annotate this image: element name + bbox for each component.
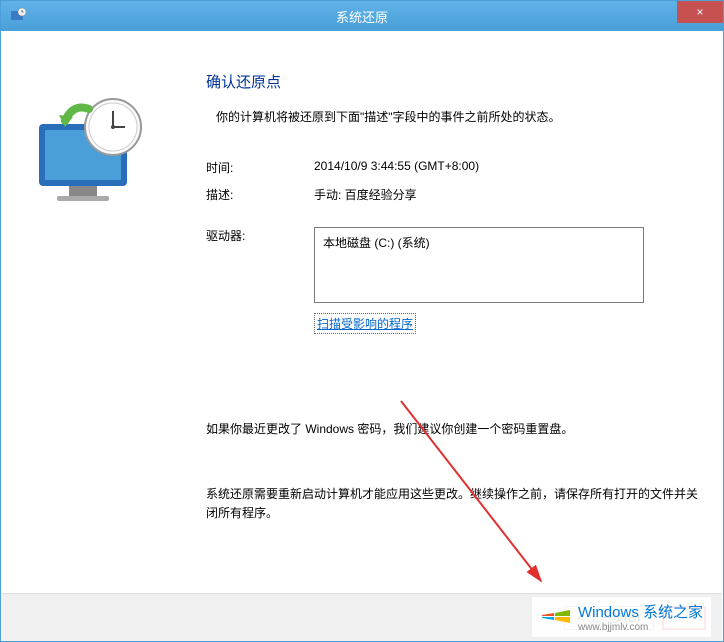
watermark-brand: Windows 系统之家 [578, 601, 703, 622]
watermark: Windows 系统之家 www.bjjmlv.com [532, 597, 711, 637]
left-column [11, 49, 206, 593]
watermark-url: www.bjjmlv.com [578, 622, 703, 633]
system-restore-window: 系统还原 × [0, 0, 724, 642]
page-heading: 确认还原点 [206, 71, 699, 92]
desc-label: 描述: [206, 186, 314, 203]
watermark-text: Windows 系统之家 www.bjjmlv.com [578, 601, 703, 633]
system-restore-icon [9, 7, 27, 25]
desc-value: 手动: 百度经验分享 [314, 186, 417, 203]
restore-point-illustration-icon [21, 79, 161, 219]
time-row: 时间: 2014/10/9 3:44:55 (GMT+8:00) [206, 159, 699, 176]
password-note: 如果你最近更改了 Windows 密码，我们建议你创建一个密码重置盘。 [206, 420, 699, 439]
titlebar: 系统还原 × [1, 1, 723, 31]
time-label: 时间: [206, 159, 314, 176]
drive-item: 本地磁盘 (C:) (系统) [323, 236, 430, 250]
restart-note: 系统还原需要重新启动计算机才能应用这些更改。继续操作之前，请保存所有打开的文件并… [206, 485, 699, 523]
drive-listbox[interactable]: 本地磁盘 (C:) (系统) [314, 227, 644, 303]
right-column: 确认还原点 你的计算机将被还原到下面"描述"字段中的事件之前所处的状态。 时间:… [206, 49, 699, 593]
scan-affected-programs-link[interactable]: 扫描受影响的程序 [314, 313, 416, 334]
drive-container: 本地磁盘 (C:) (系统) 扫描受影响的程序 [314, 227, 644, 334]
intro-text: 你的计算机将被还原到下面"描述"字段中的事件之前所处的状态。 [206, 108, 699, 125]
drive-row: 驱动器: 本地磁盘 (C:) (系统) 扫描受影响的程序 [206, 227, 699, 334]
windows-logo-icon [540, 601, 572, 633]
close-button[interactable]: × [677, 1, 723, 23]
content-area: 确认还原点 你的计算机将被还原到下面"描述"字段中的事件之前所处的状态。 时间:… [1, 31, 723, 593]
window-title: 系统还原 [336, 7, 388, 26]
desc-row: 描述: 手动: 百度经验分享 [206, 186, 699, 203]
close-icon: × [696, 5, 703, 19]
time-value: 2014/10/9 3:44:55 (GMT+8:00) [314, 159, 479, 176]
drive-label: 驱动器: [206, 227, 314, 244]
